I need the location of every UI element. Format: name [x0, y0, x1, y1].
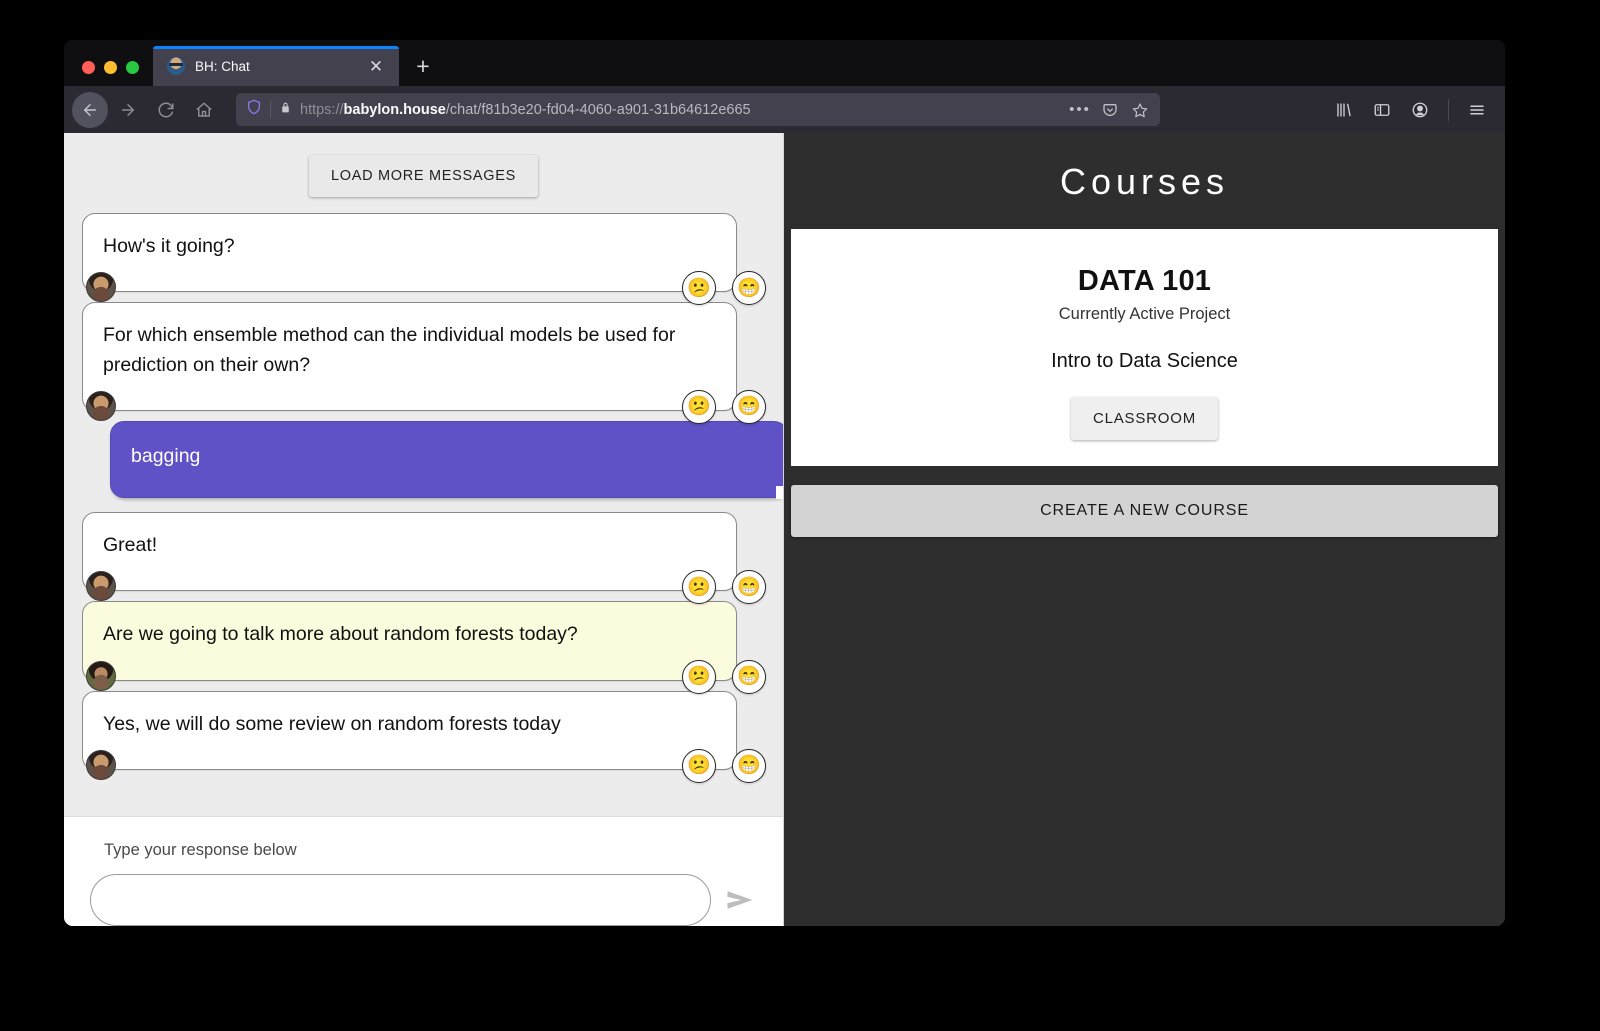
reaction-grin-icon[interactable]: 😁 — [732, 570, 766, 605]
course-status: Currently Active Project — [1058, 305, 1231, 323]
message-input[interactable] — [90, 874, 711, 926]
message-row: How's it going? 😕 😁 — [64, 213, 783, 306]
reaction-frown-icon[interactable]: 😕 — [682, 271, 716, 306]
reaction-grin-icon[interactable]: 😁 — [732, 748, 766, 783]
url-bar-actions: ••• — [1068, 98, 1154, 122]
own-message-bubble[interactable]: bagging — [110, 420, 783, 499]
chat-panel: LOAD MORE MESSAGES How's it going? 😕 😁 F… — [64, 133, 784, 926]
composer-row — [90, 874, 757, 926]
send-arrow-icon[interactable] — [723, 883, 757, 917]
reaction-bar: 😕 😁 — [682, 748, 766, 783]
page-actions-ellipsis-icon[interactable]: ••• — [1068, 98, 1092, 122]
tab-title: BH: Chat — [195, 58, 250, 74]
toolbar-right-icons — [1328, 94, 1493, 126]
pocket-icon[interactable] — [1098, 98, 1122, 122]
message-composer: Type your response below — [64, 816, 783, 926]
message-text: Yes, we will do some review on random fo… — [103, 712, 561, 735]
shield-icon[interactable] — [246, 99, 262, 120]
message-bubble[interactable]: For which ensemble method can the indivi… — [82, 302, 766, 424]
reaction-grin-icon[interactable]: 😁 — [732, 659, 766, 694]
reaction-bar: 😕 😁 — [682, 271, 766, 306]
close-tab-icon[interactable]: ✕ — [365, 55, 387, 77]
window-traffic-lights — [64, 61, 153, 86]
message-bubble-highlighted[interactable]: Are we going to talk more about random f… — [82, 601, 766, 694]
maximize-window-button[interactable] — [126, 61, 139, 74]
page-content: LOAD MORE MESSAGES How's it going? 😕 😁 F… — [64, 133, 1505, 926]
back-button[interactable] — [72, 91, 108, 128]
courses-heading: Courses — [1059, 161, 1230, 202]
url-text[interactable]: https://babylon.house/chat/f81b3e20-fd04… — [300, 102, 1060, 118]
message-text: Great! — [103, 534, 158, 556]
course-code: DATA 101 — [1077, 265, 1212, 297]
classroom-button[interactable]: CLASSROOM — [1070, 397, 1219, 440]
close-window-button[interactable] — [82, 61, 95, 74]
reaction-bar: 😕 😁 — [682, 659, 766, 694]
message-bubble[interactable]: How's it going? 😕 😁 — [82, 213, 766, 306]
message-text: bagging — [131, 444, 201, 467]
forward-button[interactable] — [110, 92, 146, 128]
bookmark-star-icon[interactable] — [1128, 98, 1152, 122]
active-course-card[interactable]: DATA 101 Currently Active Project Intro … — [791, 229, 1498, 466]
tab-favicon-icon — [167, 57, 185, 75]
message-list: LOAD MORE MESSAGES How's it going? 😕 😁 F… — [64, 133, 783, 816]
avatar — [86, 390, 116, 421]
library-icon[interactable] — [1328, 94, 1360, 126]
load-more-container: LOAD MORE MESSAGES — [64, 155, 783, 197]
reload-button[interactable] — [148, 92, 184, 128]
load-more-messages-button[interactable]: LOAD MORE MESSAGES — [308, 155, 539, 197]
home-button[interactable] — [186, 92, 222, 128]
tab-strip: BH: Chat ✕ + — [64, 40, 1505, 86]
url-bar[interactable]: https://babylon.house/chat/f81b3e20-fd04… — [236, 93, 1160, 126]
create-new-course-button[interactable]: CREATE A NEW COURSE — [791, 485, 1498, 537]
reaction-grin-icon[interactable]: 😁 — [732, 271, 766, 306]
reaction-frown-icon[interactable]: 😕 — [682, 748, 716, 783]
message-row: Are we going to talk more about random f… — [64, 601, 783, 694]
sidebar-icon[interactable] — [1366, 94, 1398, 126]
reaction-frown-icon[interactable]: 😕 — [682, 659, 716, 694]
reaction-bar: 😕 😁 — [682, 389, 766, 424]
composer-label: Type your response below — [104, 841, 297, 859]
message-bubble[interactable]: Yes, we will do some review on random fo… — [82, 690, 766, 783]
message-text: For which ensemble method can the indivi… — [103, 324, 676, 376]
padlock-icon[interactable] — [279, 100, 292, 120]
reaction-grin-icon[interactable]: 😁 — [732, 389, 766, 424]
avatar — [86, 660, 116, 691]
message-text: Are we going to talk more about random f… — [103, 623, 578, 646]
course-name: Intro to Data Science — [1051, 350, 1238, 372]
reaction-bar: 😕 😁 — [682, 570, 766, 605]
account-icon[interactable] — [1404, 94, 1436, 126]
message-row-own: bagging — [64, 420, 783, 512]
browser-window: BH: Chat ✕ + https://babylon.house/chat/… — [64, 40, 1505, 926]
avatar — [86, 749, 116, 780]
avatar — [86, 571, 116, 602]
message-bubble[interactable]: Great! 😕 😁 — [82, 512, 766, 605]
message-row: Yes, we will do some review on random fo… — [64, 690, 783, 783]
reaction-frown-icon[interactable]: 😕 — [682, 570, 716, 605]
navigation-toolbar: https://babylon.house/chat/f81b3e20-fd04… — [64, 86, 1505, 133]
toolbar-divider — [1448, 98, 1449, 121]
new-tab-button[interactable]: + — [403, 46, 443, 86]
courses-panel: Courses DATA 101 Currently Active Projec… — [784, 133, 1505, 926]
avatar — [86, 272, 116, 303]
hamburger-menu-icon[interactable] — [1461, 94, 1493, 126]
minimize-window-button[interactable] — [104, 61, 117, 74]
message-row: Great! 😕 😁 — [64, 512, 783, 605]
message-row: For which ensemble method can the indivi… — [64, 302, 783, 424]
reaction-frown-icon[interactable]: 😕 — [682, 389, 716, 424]
url-divider — [270, 101, 271, 118]
message-text: How's it going? — [103, 235, 235, 257]
browser-tab[interactable]: BH: Chat ✕ — [153, 46, 399, 86]
read-receipt-marker — [776, 486, 783, 499]
